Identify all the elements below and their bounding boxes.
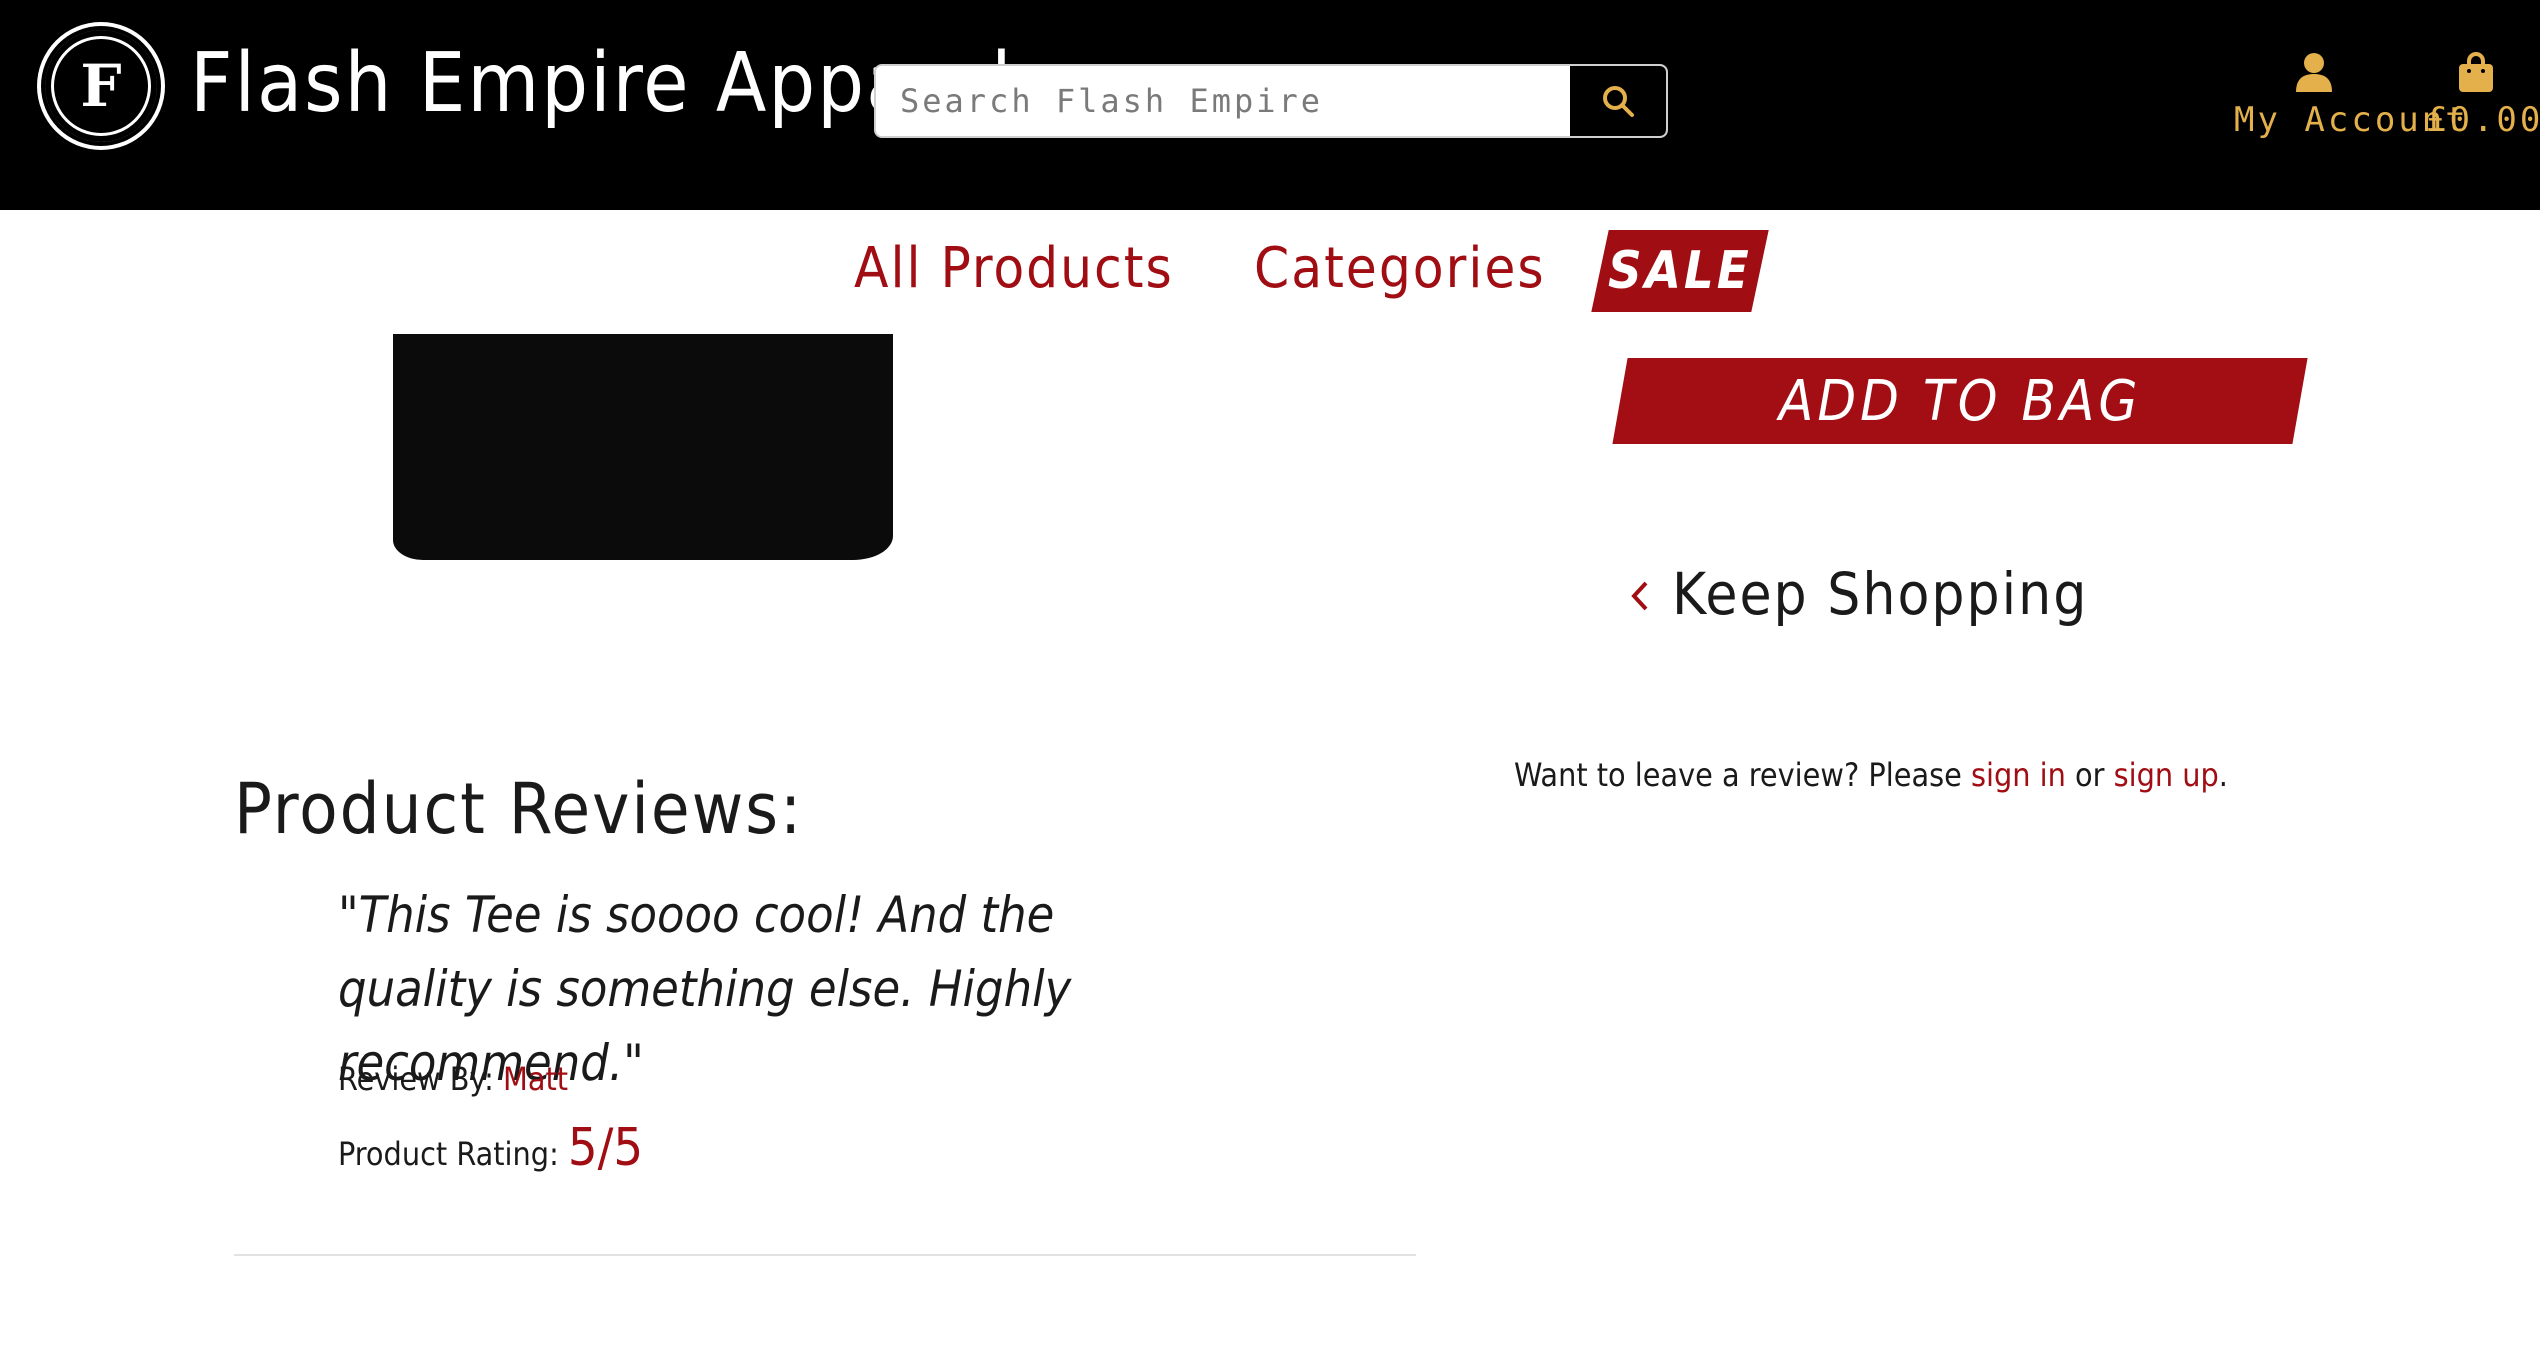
search-input[interactable] [876,66,1570,136]
site-header: F Flash Empire Apparel My Account £0.00 [0,0,2540,210]
sale-label: SALE [1608,241,1752,301]
sign-in-link[interactable]: sign in [1971,756,2066,794]
my-account-label: My Account [2234,100,2469,140]
bag-link[interactable]: £0.00 [2426,52,2540,140]
review-by-label: Review By: [338,1060,504,1098]
nav-sale[interactable]: SALE [1591,230,1769,312]
chevron-left-icon [1631,581,1648,611]
review-prompt: Want to leave a review? Please sign in o… [1514,756,2228,794]
review-prompt-text: Want to leave a review? Please [1514,756,1971,794]
keep-shopping-link[interactable]: Keep Shopping [1628,560,2088,628]
review-rating: Product Rating: 5/5 [338,1118,643,1178]
rating-value: 5/5 [567,1118,644,1178]
keep-shopping-label: Keep Shopping [1672,560,2089,628]
nav-all-products[interactable]: All Products [854,236,1174,301]
add-to-bag-label: ADD TO BAG [1778,368,2142,434]
search-bar [874,64,1668,138]
bag-total: £0.00 [2426,100,2540,140]
search-button[interactable] [1570,66,1666,136]
review-author-name: Matt [503,1060,569,1098]
product-image [393,334,893,560]
review-prompt-end: . [2218,756,2228,794]
brand-logo[interactable]: F [37,22,165,150]
logo-ring: F [41,26,161,146]
shopping-bag-icon [2459,52,2493,92]
review-divider [234,1254,1416,1256]
nav-categories[interactable]: Categories [1254,236,1546,301]
user-icon [2296,53,2332,92]
rating-label: Product Rating: [338,1135,568,1173]
review-prompt-or: or [2065,756,2114,794]
add-to-bag-button[interactable]: ADD TO BAG [1612,358,2308,444]
logo-letter: F [80,52,122,120]
search-icon [1603,86,1634,117]
my-account-link[interactable]: My Account [2234,52,2469,140]
sign-up-link[interactable]: sign up [2114,756,2219,794]
review-author: Review By: Matt [338,1060,568,1098]
reviews-title: Product Reviews: [234,768,804,850]
